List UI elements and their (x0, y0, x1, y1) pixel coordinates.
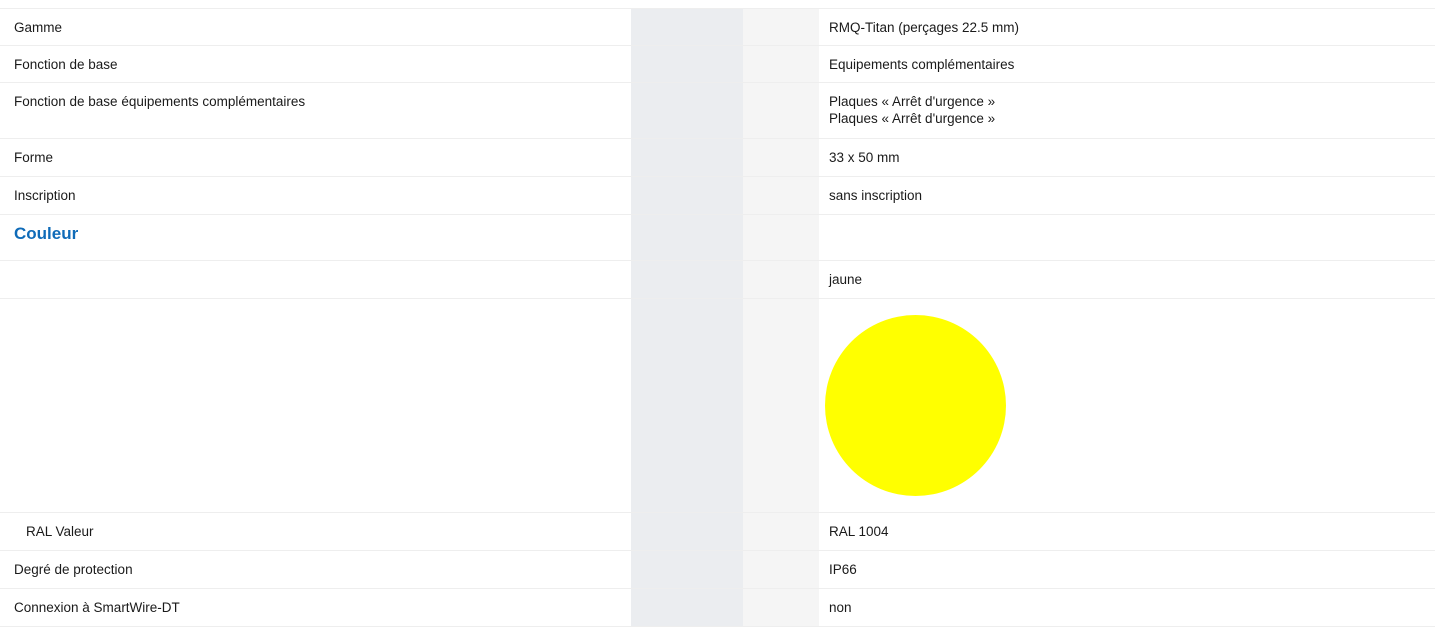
spec-label: RAL Valeur (26, 524, 94, 539)
spec-row-inscription: Inscription sans inscription (0, 177, 1435, 215)
spec-label-empty (0, 261, 631, 298)
spec-row-color-swatch (0, 299, 1435, 513)
spec-label: Fonction de base (14, 57, 118, 72)
spacer-column (743, 299, 819, 512)
spec-row-gamme: Gamme RMQ-Titan (perçages 22.5 mm) (0, 8, 1435, 46)
spec-row-fonction-equipements: Fonction de base équipements complémenta… (0, 83, 1435, 139)
spacer-column (631, 299, 743, 512)
spacer-column (631, 46, 743, 82)
spec-value: Equipements complémentaires (829, 57, 1015, 72)
spec-row-ral: RAL Valeur RAL 1004 (0, 513, 1435, 551)
spacer-column (743, 215, 819, 260)
spacer-column (743, 261, 819, 298)
spacer-column (743, 513, 819, 550)
spacer-column (631, 513, 743, 550)
spec-value: 33 x 50 mm (829, 150, 900, 165)
spec-row-degre-protection: Degré de protection IP66 (0, 551, 1435, 589)
spec-value-empty (819, 215, 1435, 260)
spec-value-line: Plaques « Arrêt d'urgence » (829, 94, 996, 109)
spacer-column (631, 261, 743, 298)
spec-value: IP66 (829, 562, 857, 577)
spacer-column (743, 9, 819, 45)
spec-value: sans inscription (829, 188, 923, 203)
spec-row-color-name: jaune (0, 261, 1435, 299)
spacer-column (743, 551, 819, 588)
spec-value-line: Plaques « Arrêt d'urgence » (829, 111, 996, 126)
spec-row-smartwire: Connexion à SmartWire-DT non (0, 589, 1435, 627)
spec-label: Connexion à SmartWire-DT (14, 600, 180, 615)
spacer-column (631, 551, 743, 588)
spacer-column (631, 139, 743, 176)
section-title: Couleur (14, 224, 79, 243)
spec-label-empty (0, 299, 631, 512)
spacer-column (743, 177, 819, 214)
spec-value: non (829, 600, 852, 615)
spec-label: Inscription (14, 188, 76, 203)
spacer-column (631, 589, 743, 626)
spec-value: RAL 1004 (829, 524, 889, 539)
spec-row-forme: Forme 33 x 50 mm (0, 139, 1435, 177)
spacer-column (631, 177, 743, 214)
spec-label: Degré de protection (14, 562, 133, 577)
spec-value: Plaques « Arrêt d'urgence » Plaques « Ar… (819, 83, 1435, 138)
spacer-column (631, 83, 743, 138)
spec-label: Gamme (14, 20, 63, 35)
spec-label: Forme (14, 150, 54, 165)
spacer-column (743, 589, 819, 626)
spacer-column (743, 139, 819, 176)
section-row-couleur: Couleur (0, 215, 1435, 261)
spec-row-fonction-de-base: Fonction de base Equipements complémenta… (0, 46, 1435, 83)
product-specs-table: Gamme RMQ-Titan (perçages 22.5 mm) Fonct… (0, 8, 1435, 627)
color-swatch (825, 315, 1006, 496)
spacer-column (631, 9, 743, 45)
spec-value: jaune (829, 272, 863, 287)
spacer-column (743, 83, 819, 138)
spacer-column (743, 46, 819, 82)
spec-value: RMQ-Titan (perçages 22.5 mm) (829, 20, 1020, 35)
spec-label: Fonction de base équipements complémenta… (14, 94, 306, 109)
spacer-column (631, 215, 743, 260)
color-swatch-cell (819, 299, 1435, 512)
